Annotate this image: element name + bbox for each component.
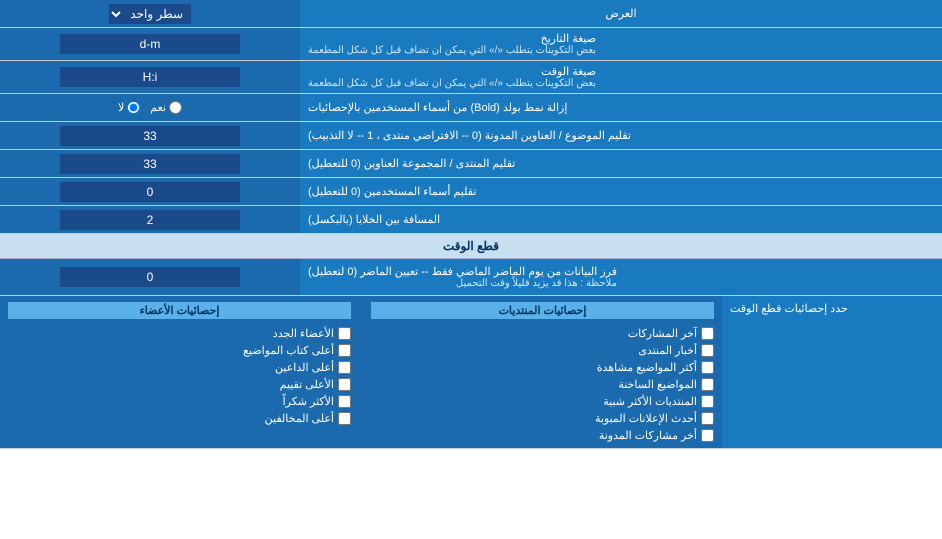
col2-header: إحصائيات الأعضاء — [8, 302, 351, 319]
topic-address-row: تقليم الموضوع / العناوين المدونة (0 -- ا… — [0, 122, 942, 150]
col1: إحصائيات المنتديات آخر المشاركات أخبار ا… — [371, 302, 714, 442]
bold-no-label[interactable]: لا — [118, 101, 140, 114]
topic-address-input-wrapper — [0, 122, 300, 149]
topic-address-field[interactable] — [60, 126, 240, 146]
time-format-label: صيغة الوقت بعض التكوينات يتطلب «/» التي … — [300, 61, 942, 93]
col1-check-6[interactable] — [701, 429, 714, 442]
bold-radio-group: نعم لا — [118, 101, 182, 114]
col1-check-4[interactable] — [701, 395, 714, 408]
col2: إحصائيات الأعضاء الأعضاء الجدد أعلى كتاب… — [8, 302, 351, 442]
realtime-filter-input-wrapper — [0, 259, 300, 295]
display-mode-row: العرض سطر واحد سطرين ثلاثة أسطر — [0, 0, 942, 28]
col2-check-4[interactable] — [338, 395, 351, 408]
bold-yes-radio[interactable] — [169, 101, 182, 114]
date-format-row: صيغة التاريخ بعض التكوينات يتطلب «/» الت… — [0, 28, 942, 61]
list-item: الأكثر شكراً — [8, 395, 351, 408]
realtime-filter-field[interactable] — [60, 267, 240, 287]
forum-address-input-wrapper — [0, 150, 300, 177]
checkboxes-cols: إحصائيات المنتديات آخر المشاركات أخبار ا… — [0, 296, 722, 448]
display-mode-select[interactable]: سطر واحد سطرين ثلاثة أسطر — [109, 4, 191, 24]
bold-remove-input-wrapper: نعم لا — [0, 94, 300, 121]
time-format-field[interactable] — [60, 67, 240, 87]
time-format-row: صيغة الوقت بعض التكوينات يتطلب «/» التي … — [0, 61, 942, 94]
col2-check-1[interactable] — [338, 344, 351, 357]
main-container: العرض سطر واحد سطرين ثلاثة أسطر صيغة الت… — [0, 0, 942, 449]
realtime-filter-row: فرز البيانات من يوم الماضر الماضي فقط --… — [0, 259, 942, 296]
col2-check-5[interactable] — [338, 412, 351, 425]
list-item: أكثر المواضيع مشاهدة — [371, 361, 714, 374]
col1-check-2[interactable] — [701, 361, 714, 374]
list-item: أحدث الإعلانات المبوبة — [371, 412, 714, 425]
bold-yes-label[interactable]: نعم — [150, 101, 182, 114]
cell-spacing-input-wrapper — [0, 206, 300, 233]
col2-check-0[interactable] — [338, 327, 351, 340]
list-item: أخر مشاركات المدونة — [371, 429, 714, 442]
bold-no-radio[interactable] — [127, 101, 140, 114]
realtime-section-header: قطع الوقت — [0, 234, 942, 259]
cell-spacing-label: المسافة بين الخلايا (بالبكسل) — [300, 206, 942, 233]
bold-remove-label: إزالة نمط بولد (Bold) من أسماء المستخدمي… — [300, 94, 942, 121]
col2-check-2[interactable] — [338, 361, 351, 374]
display-mode-label: العرض — [300, 0, 942, 27]
cell-spacing-row: المسافة بين الخلايا (بالبكسل) — [0, 206, 942, 234]
col1-check-0[interactable] — [701, 327, 714, 340]
forum-address-label: تقليم المنتدى / المجموعة العناوين (0 للت… — [300, 150, 942, 177]
user-names-field[interactable] — [60, 182, 240, 202]
list-item: أخبار المنتدى — [371, 344, 714, 357]
bold-remove-row: إزالة نمط بولد (Bold) من أسماء المستخدمي… — [0, 94, 942, 122]
date-format-field[interactable] — [60, 34, 240, 54]
forum-address-row: تقليم المنتدى / المجموعة العناوين (0 للت… — [0, 150, 942, 178]
checkboxes-section: حدد إحصائيات قطع الوقت إحصائيات المنتديا… — [0, 296, 942, 449]
list-item: المواضيع الساخنة — [371, 378, 714, 391]
col1-check-1[interactable] — [701, 344, 714, 357]
list-item: آخر المشاركات — [371, 327, 714, 340]
user-names-label: تقليم أسماء المستخدمين (0 للتعطيل) — [300, 178, 942, 205]
list-item: أعلى كتاب المواضيع — [8, 344, 351, 357]
date-format-input-wrapper — [0, 28, 300, 60]
col1-header: إحصائيات المنتديات — [371, 302, 714, 319]
date-format-label: صيغة التاريخ بعض التكوينات يتطلب «/» الت… — [300, 28, 942, 60]
col1-check-5[interactable] — [701, 412, 714, 425]
forum-address-field[interactable] — [60, 154, 240, 174]
checkboxes-section-label: حدد إحصائيات قطع الوقت — [722, 296, 942, 448]
list-item: أعلى المخالفين — [8, 412, 351, 425]
topic-address-label: تقليم الموضوع / العناوين المدونة (0 -- ا… — [300, 122, 942, 149]
list-item: الأعلى تقييم — [8, 378, 351, 391]
display-mode-input[interactable]: سطر واحد سطرين ثلاثة أسطر — [0, 0, 300, 27]
list-item: الأعضاء الجدد — [8, 327, 351, 340]
col1-check-3[interactable] — [701, 378, 714, 391]
cell-spacing-field[interactable] — [60, 210, 240, 230]
user-names-row: تقليم أسماء المستخدمين (0 للتعطيل) — [0, 178, 942, 206]
list-item: أعلى الداعين — [8, 361, 351, 374]
realtime-filter-label: فرز البيانات من يوم الماضر الماضي فقط --… — [300, 259, 942, 295]
col2-check-3[interactable] — [338, 378, 351, 391]
time-format-input-wrapper — [0, 61, 300, 93]
list-item: المنتديات الأكثر شبية — [371, 395, 714, 408]
user-names-input-wrapper — [0, 178, 300, 205]
